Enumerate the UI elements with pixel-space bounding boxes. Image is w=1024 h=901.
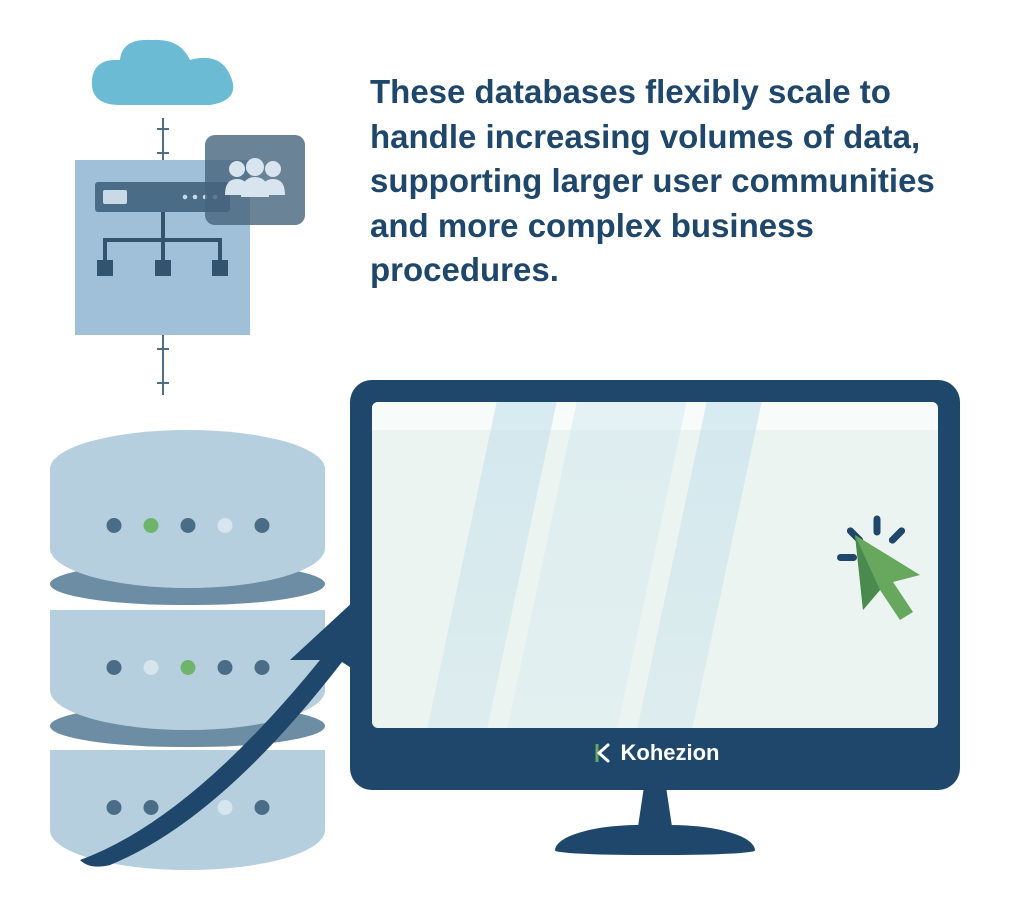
monitor-base — [555, 825, 755, 855]
connector-tick — [157, 382, 169, 384]
kohezion-logo-icon — [591, 742, 613, 764]
connector-line — [162, 118, 164, 163]
infographic-left-column — [20, 30, 350, 870]
connector-line — [162, 335, 164, 395]
monitor-brand: Kohezion — [350, 740, 960, 766]
cloud-icon — [80, 30, 250, 125]
growth-arrow-icon — [70, 590, 390, 870]
connector-tick — [157, 348, 169, 350]
monitor-bezel: Kohezion — [350, 380, 960, 790]
click-cursor-icon — [827, 512, 938, 632]
headline-block: These databases flexibly scale to handle… — [370, 70, 990, 293]
monitor-illustration: Kohezion — [350, 380, 960, 860]
headline-text: These databases flexibly scale to handle… — [370, 70, 990, 293]
monitor-screen — [372, 402, 938, 728]
connector-tick — [157, 128, 169, 130]
connector-tick — [157, 152, 169, 154]
people-icon — [205, 135, 305, 225]
brand-name: Kohezion — [621, 740, 720, 766]
